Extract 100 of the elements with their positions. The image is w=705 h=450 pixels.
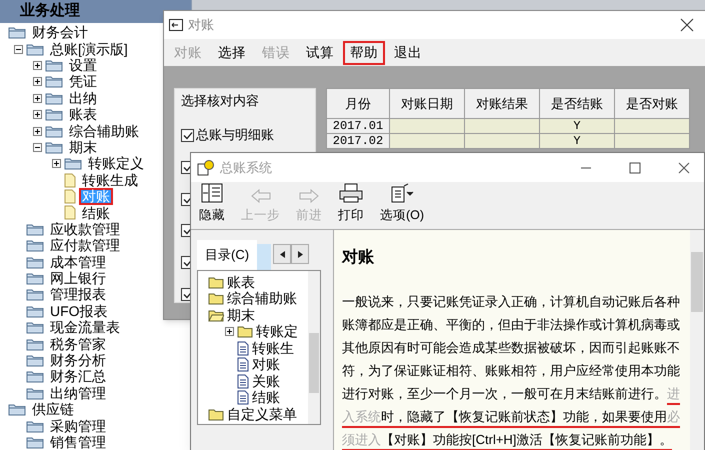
scrollbar[interactable] <box>308 271 320 424</box>
left-triangle-icon <box>280 250 285 258</box>
column-header: 是否对账 <box>614 88 690 118</box>
window-icon <box>169 19 183 31</box>
folder-icon <box>26 256 44 269</box>
right-arrow-icon <box>299 189 319 204</box>
menu-item[interactable]: 选择 <box>211 40 253 64</box>
folder-icon <box>64 157 82 170</box>
folder-icon <box>26 239 44 252</box>
tree-item[interactable]: 管理报表 <box>47 286 109 304</box>
folder-icon <box>26 386 44 400</box>
tree-item[interactable]: 转账定义 <box>85 155 147 172</box>
tree-item[interactable]: 转账生成 <box>79 172 141 189</box>
help-heading: 对账 <box>342 248 375 268</box>
tree-item[interactable]: 账表 <box>227 274 255 290</box>
tree-item[interactable]: 财务分析 <box>47 352 109 370</box>
expand-icon[interactable] <box>33 77 42 86</box>
tree-item[interactable]: 应收款管理 <box>47 220 123 238</box>
scrollbar[interactable] <box>690 230 704 450</box>
folder-icon <box>26 370 44 384</box>
tree-item[interactable]: 自定义菜单 <box>227 406 297 422</box>
tree-item[interactable]: 结账 <box>79 204 113 222</box>
folder-icon <box>26 436 44 449</box>
folder-icon <box>26 420 44 433</box>
document-icon <box>64 172 76 188</box>
maximize-icon[interactable] <box>629 162 641 174</box>
scroll-left-button[interactable] <box>273 244 292 264</box>
tree-item[interactable]: 凭证 <box>66 73 100 90</box>
window-title: 总账系统 <box>220 158 272 177</box>
folder-icon <box>45 108 63 122</box>
folder-icon <box>8 26 26 40</box>
expand-icon[interactable] <box>33 94 42 103</box>
window-title: 对账 <box>188 16 214 34</box>
tree-item[interactable]: 综合辅助账 <box>227 291 297 306</box>
collapse-icon[interactable] <box>33 142 42 152</box>
left-arrow-icon <box>250 189 270 204</box>
help-paragraph: 一般说来，只要记账凭证录入正确，计算机自动记账后各种账簿都应是正确、平衡的，但由于非法操作或计算机病毒或其他原因有时可能会造成某些数据被破坏，因而引起账账不符，为了保证账证相符、账账相符，用户应经常使用本功能进行对账，至少一个月一次，一般可在月末结账前进行。进入系统时，隐藏了【恢复记账前状态】功能，如果要使用必须进入【对账】功能按[Ctrl+H]激活【恢复记账前功能】。 <box>342 290 687 450</box>
folder-icon <box>26 272 44 286</box>
toolbar-button[interactable]: 隐藏 <box>195 183 229 225</box>
checkbox-label: 总账与明细账 <box>196 126 274 144</box>
folder-icon <box>26 222 44 236</box>
column-header: 是否结账 <box>540 88 614 118</box>
tree-item[interactable]: 财务汇总 <box>47 368 109 386</box>
tree-item[interactable]: 现金流量表 <box>47 319 123 336</box>
folder-icon <box>26 288 44 302</box>
toolbar-button[interactable]: 选项(O) <box>376 183 428 225</box>
document-icon <box>237 390 249 406</box>
collapse-icon[interactable] <box>14 44 23 54</box>
scroll-right-button[interactable] <box>291 244 310 264</box>
document-icon <box>64 205 76 220</box>
tree-item[interactable]: 转账定 <box>256 324 298 340</box>
tree-item[interactable]: 期末 <box>227 308 255 323</box>
tree-item[interactable]: 转账生 <box>252 340 294 356</box>
close-icon[interactable] <box>678 162 690 174</box>
tree-item[interactable]: 出纳管理 <box>47 384 109 402</box>
expand-icon[interactable] <box>33 60 42 70</box>
folder-icon <box>45 124 63 138</box>
expand-icon[interactable] <box>225 327 234 336</box>
tree-item[interactable]: 设置 <box>66 56 100 74</box>
tree-item[interactable]: 成本管理 <box>47 254 109 271</box>
tree-item[interactable]: 总账[演示版] <box>47 40 131 58</box>
table-cell: 2017.01 <box>326 118 390 134</box>
tree-item[interactable]: 关账 <box>252 374 280 389</box>
folder-icon <box>45 92 63 105</box>
tree-item[interactable]: 综合辅助账 <box>66 122 142 140</box>
expand-icon[interactable] <box>33 110 42 120</box>
tree-item[interactable]: 对账 <box>252 357 280 372</box>
toolbar-button[interactable]: 打印 <box>334 183 368 225</box>
tree-item[interactable]: 供应链 <box>29 401 77 418</box>
column-header: 月份 <box>326 88 390 118</box>
tree-item[interactable]: 采购管理 <box>47 418 109 435</box>
menu-item[interactable]: 退出 <box>387 40 429 64</box>
folder-icon <box>45 58 63 72</box>
tree-item[interactable]: 财务会计 <box>29 24 91 42</box>
expand-icon[interactable] <box>33 126 42 136</box>
menu-item[interactable]: 试算 <box>299 40 341 64</box>
tree-item[interactable]: 网上银行 <box>47 270 109 288</box>
tree-item[interactable]: 账表 <box>66 106 100 124</box>
tab[interactable]: 目录(C) <box>197 240 258 270</box>
folder-icon <box>26 338 44 351</box>
tree-item[interactable]: 销售管理 <box>47 434 109 450</box>
document-icon <box>237 374 249 389</box>
right-triangle-icon <box>298 250 303 258</box>
tree-item[interactable]: 出纳 <box>66 90 100 107</box>
tree-item[interactable]: 期末 <box>66 138 100 156</box>
tree-item[interactable]: 应付款管理 <box>47 237 123 254</box>
tree-item[interactable]: 结账 <box>252 390 280 406</box>
open-folder-icon <box>26 42 44 56</box>
tree-item[interactable]: 税务管家 <box>47 336 109 353</box>
close-icon[interactable] <box>680 18 694 32</box>
table-cell: Y <box>540 134 614 148</box>
checkbox[interactable] <box>181 128 194 142</box>
table-cell: Y <box>540 118 614 134</box>
document-icon <box>64 189 76 204</box>
open-folder-icon <box>45 140 63 154</box>
document-icon <box>237 340 249 356</box>
menu-item[interactable]: 帮助 <box>343 40 385 64</box>
expand-icon[interactable] <box>52 159 61 168</box>
folder-icon <box>208 292 224 306</box>
tree-item[interactable]: UFO报表 <box>47 302 111 320</box>
